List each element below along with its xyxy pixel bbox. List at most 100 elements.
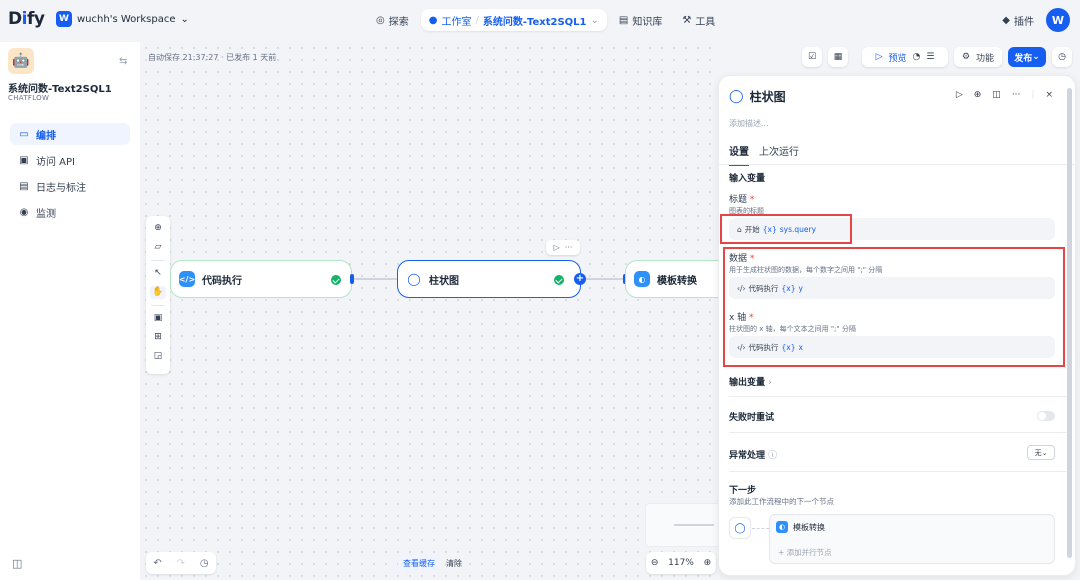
add-parallel-node[interactable]: + 添加并行节点 (778, 547, 832, 558)
error-handling-label: 异常处理 ⓘ (729, 448, 777, 461)
collapse-icon[interactable]: ⇆ (119, 56, 127, 67)
expand-sidebar-icon[interactable]: ◫ (12, 557, 22, 570)
panel-scrollbar[interactable] (1067, 88, 1072, 568)
sidebar-item-monitor[interactable]: ◉ 监测 (10, 201, 130, 223)
redo-icon[interactable]: ↷ (177, 558, 185, 569)
divider (729, 471, 1067, 472)
env-button[interactable]: ▦ (828, 47, 848, 67)
list-icon[interactable]: ☰ (926, 52, 934, 62)
publish-button[interactable]: 发布 ⌄ (1008, 47, 1046, 67)
more-icon[interactable]: ··· (565, 243, 573, 252)
highlight-box (723, 247, 1065, 367)
top-bar: Dify W wuchh's Workspace ⌄ ◎ 探索 ● 工作室 / … (0, 0, 1080, 42)
history-icon[interactable]: ◷ (200, 558, 209, 569)
run-icon[interactable]: ▷ (554, 243, 560, 252)
zoom-out-icon[interactable]: ⊖ (651, 558, 659, 568)
node-toolbar: ▷ ··· (546, 240, 580, 255)
bar-chart-node-icon: ◯ (734, 522, 746, 534)
output-vars-toggle[interactable]: 输出变量 › (729, 375, 772, 388)
tab-last-run[interactable]: 上次运行 (759, 143, 799, 166)
nav-tools[interactable]: ⚒ 工具 (674, 9, 723, 31)
checklist-button[interactable]: ☑ (802, 47, 822, 67)
zoom-in-icon[interactable]: ⊕ (704, 558, 712, 568)
field-label: 标题 * (729, 192, 754, 205)
note-icon[interactable]: ▱ (155, 241, 162, 254)
node-handle[interactable] (350, 274, 354, 284)
error-handling-select[interactable]: 无 ⌄ (1027, 445, 1055, 460)
preview-button[interactable]: 预览 (888, 51, 906, 64)
features-icon: ⚙ (961, 52, 971, 62)
checklist-run-icon[interactable]: ◔ (913, 52, 921, 62)
node-title: 模板转换 (657, 275, 697, 287)
checklist-icon: ☑ (807, 52, 817, 62)
workflow-canvas[interactable] (140, 42, 720, 580)
nav-studio[interactable]: ● 工作室 / 系统问数-Text2SQL1 ⌄ (420, 9, 607, 31)
more-icon[interactable]: ··· (1012, 90, 1021, 100)
close-icon[interactable]: × (1045, 90, 1053, 100)
add-parallel-label: 添加并行节点 (786, 548, 832, 557)
connector-line (752, 528, 769, 529)
minimap-icon[interactable]: ◲ (154, 350, 163, 363)
nav-knowledge[interactable]: ▤ 知识库 (611, 9, 670, 31)
plus-icon: + (778, 548, 787, 557)
app-type: CHATFLOW (8, 94, 50, 102)
edge (352, 278, 397, 280)
next-node-item[interactable]: ◐ 模板转换 (776, 521, 825, 533)
sidebar-item-label: 编排 (36, 130, 56, 142)
minimap[interactable] (645, 503, 721, 547)
zoom-level[interactable]: 117% (668, 558, 694, 568)
node-template-transform[interactable]: ◐ 模板转换 (625, 260, 723, 298)
avatar[interactable]: W (1046, 8, 1070, 32)
sidebar-item-api[interactable]: ▣ 访问 API (10, 149, 130, 171)
nav-current-app[interactable]: 系统问数-Text2SQL1 (483, 13, 587, 28)
success-check-icon (331, 275, 341, 285)
dashboard-icon: ◉ (19, 206, 29, 218)
panel-title[interactable]: 柱状图 (750, 88, 786, 105)
bar-chart-node-icon: ◯ (406, 271, 422, 287)
clear-button[interactable]: 清除 (444, 556, 464, 571)
add-next-node-icon[interactable]: + (574, 273, 586, 285)
retry-toggle[interactable] (1037, 411, 1055, 421)
divider (151, 260, 165, 261)
run-icon[interactable]: ▷ (956, 90, 963, 100)
scrollbar-thumb[interactable] (1067, 88, 1072, 558)
nav-tools-label: 工具 (695, 16, 716, 28)
sidebar-item-label: 监测 (36, 208, 56, 220)
pointer-icon[interactable]: ↖ (154, 267, 162, 280)
view-cache-button[interactable]: 查看缓存 (398, 556, 440, 571)
robot-icon: ● (428, 14, 438, 26)
document-icon: ▤ (19, 180, 29, 192)
workspace-switcher[interactable]: W wuchh's Workspace ⌄ (56, 11, 189, 27)
sidebar-item-label: 访问 API (36, 156, 75, 168)
plugins-button[interactable]: ◆ 插件 (1002, 13, 1034, 28)
node-code-exec[interactable]: </> 代码执行 (170, 260, 352, 298)
panel-actions: ▷ ⊕ ◫ ··· | × (956, 90, 1053, 100)
nav-explore-label: 探索 (388, 16, 409, 28)
nav-explore[interactable]: ◎ 探索 (368, 9, 417, 31)
logo-part: D (8, 9, 22, 29)
description-input[interactable]: 添加描述... (729, 118, 769, 129)
next-node-card: ◐ 模板转换 + 添加并行节点 (769, 514, 1055, 564)
history-versions-button[interactable]: ◷ (1052, 47, 1072, 67)
autosave-status: 自动保存 21:37:27 · 已发布 1 天前 (148, 53, 277, 62)
sidebar-item-logs[interactable]: ▤ 日志与标注 (10, 175, 130, 197)
sidebar-item-orchestrate[interactable]: ▭ 编排 (10, 123, 130, 145)
help-icon[interactable]: ⊕ (974, 90, 982, 100)
add-node-icon[interactable]: ⊕ (154, 222, 162, 235)
node-bar-chart[interactable]: ◯ 柱状图 (397, 260, 581, 298)
chevron-down-icon: ⌄ (590, 14, 599, 26)
history-controls: ↶ ↷ ◷ (146, 552, 216, 574)
features-button[interactable]: ⚙ 功能 (954, 47, 1002, 67)
organize-icon[interactable]: ⊞ (154, 331, 162, 344)
terminal-icon: ▣ (19, 154, 29, 166)
hand-icon[interactable]: ✋ (150, 286, 166, 299)
retry-label: 失败时重试 (729, 413, 775, 423)
input-vars-title: 输入变量 (729, 174, 766, 184)
tab-settings[interactable]: 设置 (729, 143, 749, 166)
undo-icon[interactable]: ↶ (153, 558, 161, 569)
export-image-icon[interactable]: ▣ (154, 312, 163, 325)
dify-logo[interactable]: Dify (8, 9, 45, 29)
workspace-name: wuchh's Workspace (77, 13, 176, 25)
split-view-icon[interactable]: ◫ (992, 90, 1001, 100)
features-label: 功能 (976, 53, 995, 64)
